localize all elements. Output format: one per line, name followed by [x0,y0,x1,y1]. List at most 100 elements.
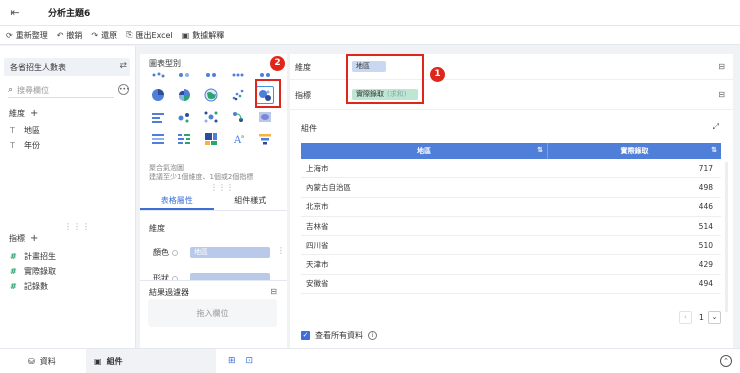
info-icon[interactable]: i [368,331,377,340]
dimension-header-label: 維度 [9,109,25,118]
number-type-icon: # [10,267,17,276]
redo-button[interactable]: ↷ 還原 [91,30,117,41]
refresh-label: 重新整理 [15,30,48,40]
pie-chart-icon[interactable] [149,86,167,104]
annotation-badge-1: 1 [430,67,445,82]
export-label: 匯出Excel [135,30,173,40]
resize-handle[interactable]: ⋮⋮⋮ [210,183,234,192]
component-title: 組件 [301,124,317,133]
field-label: 記錄數 [24,282,48,291]
chart-type-hint: 聚合氣泡圖 建議至少1個維度、1個或2個指標 [149,164,253,182]
search-icon: ⌕ [8,85,14,95]
network-chart-icon[interactable] [202,108,220,126]
treemap-icon[interactable] [202,130,220,148]
help-icon[interactable] [172,249,178,256]
filter-drop-zone[interactable]: 拖入欄位 [148,299,277,327]
cell-value: 446 [698,202,713,212]
bubble-map-icon[interactable] [175,108,193,126]
bar-progress-icon[interactable] [149,108,167,126]
word-cloud-icon[interactable]: Aa [229,130,247,148]
field-label: 實際錄取 [24,267,56,276]
page-size-dropdown[interactable]: ⌄ [708,311,721,324]
result-filter-title: 結果過濾器 [149,288,189,297]
add-dimension-icon[interactable]: + [30,108,38,119]
table-row: 吉林省 514 [301,217,721,237]
cell-region: 北京市 [306,202,329,212]
undo-button[interactable]: ↶ 撤銷 [57,30,83,41]
add-measure-icon[interactable]: + [30,233,38,244]
property-tabs: 表格屬性 組件樣式 [140,193,287,211]
page-number: 1 [698,313,704,322]
filter-lock-icon[interactable]: ⊟ [270,287,277,296]
color-field-slot[interactable]: 地區 [190,247,270,258]
table-header: 地區 ⇅ 實際錄取 ⇅ [301,143,721,159]
cell-region: 上海市 [306,163,329,173]
vertical-resize-handle[interactable]: ⋮ [277,246,285,255]
search-placeholder: 搜尋欄位 [17,85,50,95]
search-input[interactable]: ⌕ 搜尋欄位 [8,83,114,98]
more-icon[interactable]: ••• [118,84,130,95]
sort-icon[interactable]: ⇅ [537,146,543,154]
collapse-icon[interactable]: ⌃ [720,355,732,367]
tab-component[interactable]: ▣ 組件 [86,348,216,373]
rose-chart-icon[interactable] [175,86,193,104]
tab-component-style[interactable]: 組件樣式 [214,193,288,210]
shelf-settings-icon[interactable]: ⊟ [718,90,725,99]
dimension-shelf-label: 維度 [295,63,311,72]
sort-icon[interactable]: ⇅ [711,146,717,154]
field-label: 年份 [24,141,40,150]
add-dashboard-icon[interactable]: ⊡ [246,356,254,366]
show-all-label: 查看所有資料 [315,331,363,340]
svg-text:a: a [241,134,244,140]
field-label: 地區 [24,126,40,135]
flow-map-icon[interactable] [229,108,247,126]
bottom-actions: ⊞ ⊡ [228,356,263,366]
chart-type-option[interactable] [202,66,220,84]
measure-header: 指標 + [9,233,38,244]
tab-data[interactable]: ⛁ 資料 [0,349,86,373]
multi-bar-icon[interactable] [175,130,193,148]
fullscreen-icon[interactable]: ⤢ [713,122,719,132]
tab-table-properties[interactable]: 表格屬性 [140,193,214,210]
refresh-button[interactable]: ⟳ 重新整理 [6,30,48,41]
add-component-icon[interactable]: ⊞ [228,356,236,366]
dataset-selector[interactable]: 各省招生人數表 ⇄ [4,58,130,76]
field-dimension-region[interactable]: T 地區 [10,125,40,136]
heatmap-icon[interactable] [256,108,274,126]
field-measure-count[interactable]: # 記錄數 [10,281,48,292]
chart-type-option[interactable] [175,66,193,84]
table-row: 內蒙古自治區 498 [301,178,721,198]
divider [290,109,733,110]
switch-dataset-icon[interactable]: ⇄ [119,61,127,71]
cell-region: 吉林省 [306,221,329,231]
field-measure-admitted[interactable]: # 實際錄取 [10,266,56,277]
pagination: ‹ 1 ⌄ [675,311,721,324]
table-scrollbar[interactable] [725,162,728,312]
scatter-chart-icon[interactable] [229,86,247,104]
exit-icon[interactable]: ⇤ [8,6,22,20]
data-explain-button[interactable]: ▣ 數據解釋 [182,30,225,41]
field-dimension-year[interactable]: T 年份 [10,140,40,151]
cell-value: 498 [698,182,713,192]
column-header-admitted[interactable]: 實際錄取 ⇅ [548,143,721,159]
list-chart-icon[interactable] [149,130,167,148]
explain-icon: ▣ [181,30,190,40]
table-row: 上海市 717 [301,159,721,179]
chart-type-option[interactable] [149,66,167,84]
result-filter-panel: 結果過濾器 ⊟ 拖入欄位 [140,280,287,348]
funnel-chart-icon[interactable] [256,130,274,148]
shelf-settings-icon[interactable]: ⊟ [718,62,725,71]
text-type-icon: T [10,141,15,150]
cell-region: 四川省 [306,240,329,250]
show-all-data-checkbox[interactable]: ✓ 查看所有資料 i [301,330,377,341]
checkbox-checked-icon[interactable]: ✓ [301,331,310,340]
map-chart-icon[interactable] [202,86,220,104]
page-title: 分析主題6 [48,9,91,19]
resize-handle[interactable]: ⋮⋮⋮ [64,222,91,231]
field-measure-plan[interactable]: # 計畫招生 [10,251,56,262]
chart-type-option[interactable] [229,66,247,84]
prev-page-button[interactable]: ‹ [678,311,692,324]
export-excel-button[interactable]: ⎘ 匯出Excel [126,30,173,41]
number-type-icon: # [10,252,17,261]
column-header-region[interactable]: 地區 ⇅ [301,143,548,159]
